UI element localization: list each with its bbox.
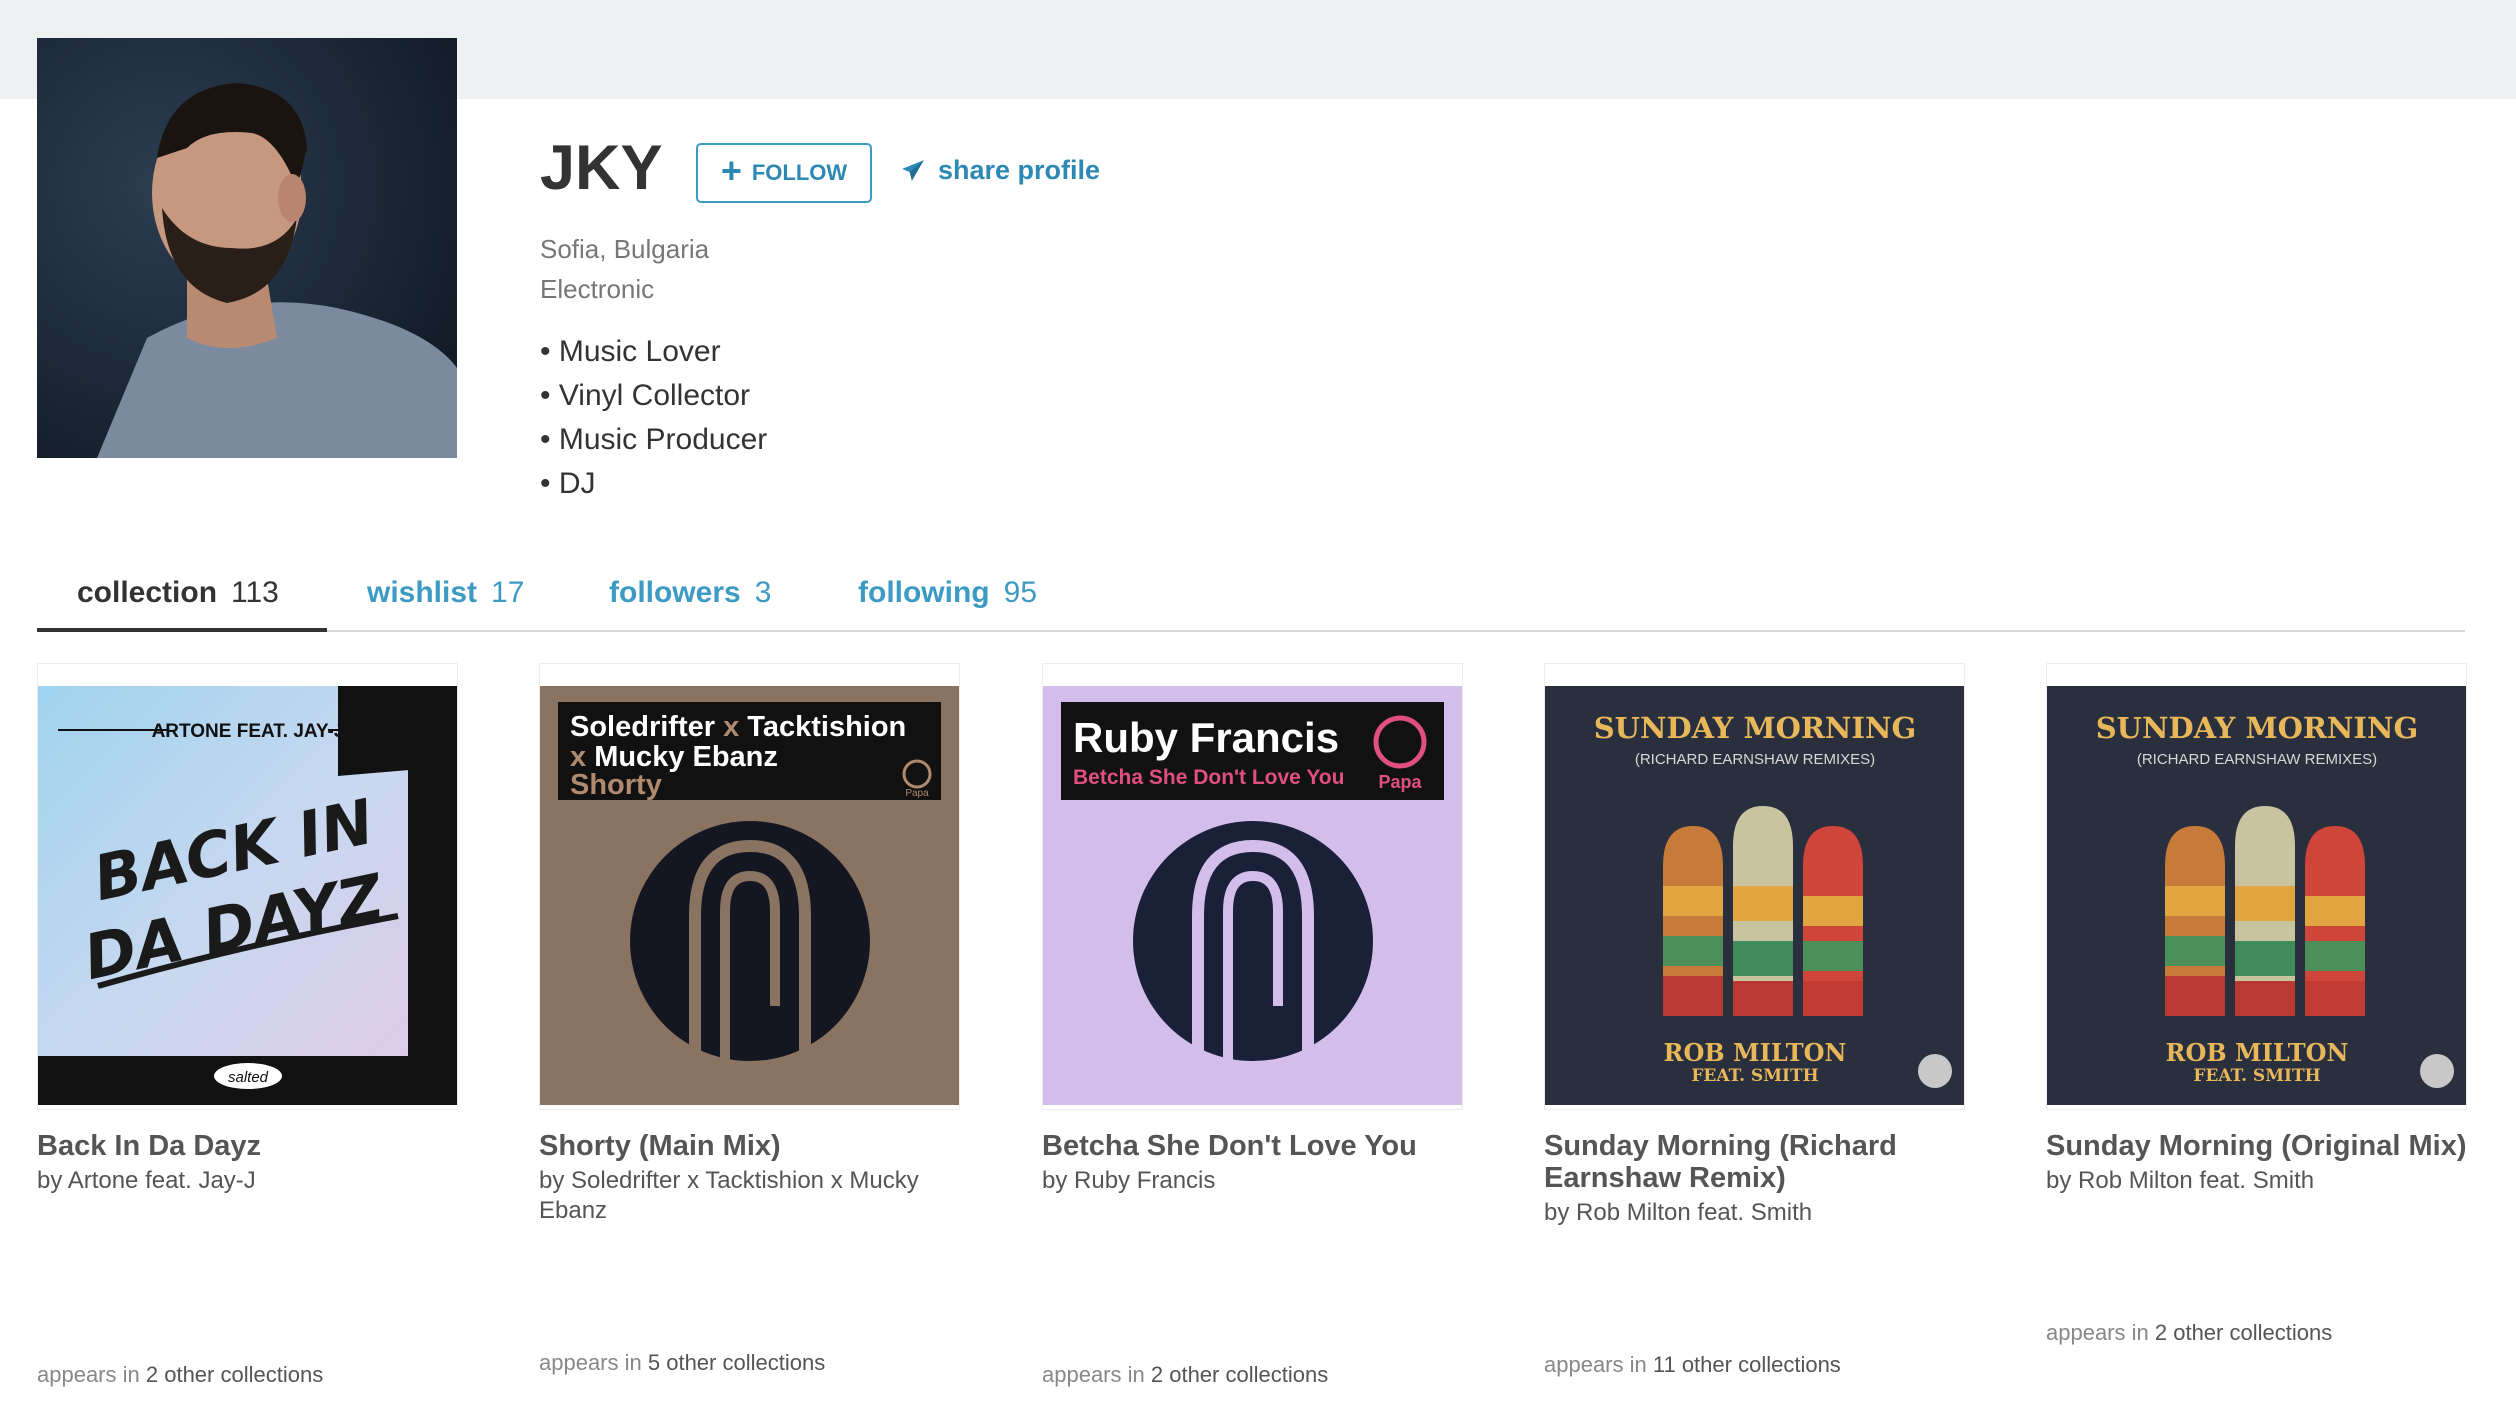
tab-collection[interactable]: collection 113: [77, 576, 279, 610]
tab-label: wishlist: [367, 576, 478, 609]
svg-text:Soledrifter x Tacktishion: Soledrifter x Tacktishion: [570, 711, 906, 743]
collection-item[interactable]: SUNDAY MORNING (RICHARD EARNSHAW REMIXES…: [2046, 663, 2467, 1196]
cover-text: FEAT. SMITH: [2193, 1066, 2320, 1086]
appears-count-link[interactable]: 11 other collections: [1653, 1352, 1841, 1377]
profile-location: Sofia, Bulgaria: [540, 234, 710, 264]
appears-in-text: appears in 11 other collections: [1544, 1352, 1841, 1378]
cover-text: FEAT. SMITH: [1691, 1066, 1818, 1086]
cover-text: Soledrifter: [570, 711, 715, 743]
tab-count: 95: [1003, 576, 1038, 609]
collection-item[interactable]: Ruby Francis Betcha She Don't Love You P…: [1042, 663, 1463, 1196]
appears-prefix: appears in: [37, 1362, 140, 1387]
album-cover[interactable]: Soledrifter x Tacktishion x Mucky Ebanz …: [540, 686, 959, 1105]
item-artist[interactable]: by Soledrifter x Tacktishion x Mucky Eba…: [539, 1166, 960, 1226]
follow-button[interactable]: + FOLLOW: [696, 143, 872, 203]
plus-icon: +: [720, 150, 742, 191]
tab-label: followers: [609, 576, 741, 609]
profile-genre: Electronic: [540, 274, 655, 304]
tab-label: collection: [77, 576, 218, 609]
cover-frame: ARTONE FEAT. JAY-J BACK IN DA DAYZ salte…: [37, 663, 458, 1110]
appears-count-link[interactable]: 2 other collections: [146, 1362, 323, 1387]
appears-in-text: appears in 2 other collections: [2046, 1320, 2332, 1346]
item-artist[interactable]: by Ruby Francis: [1042, 1166, 1463, 1196]
appears-in-text: appears in 2 other collections: [1042, 1362, 1328, 1388]
cover-text: Papa: [905, 788, 929, 799]
appears-prefix: appears in: [1042, 1362, 1145, 1387]
item-title[interactable]: Betcha She Don't Love You: [1042, 1130, 1463, 1162]
profile-avatar: [37, 38, 457, 458]
cover-text: (RICHARD EARNSHAW REMIXES): [1635, 751, 1875, 768]
appears-count-link[interactable]: 2 other collections: [2155, 1320, 2332, 1345]
tab-wishlist[interactable]: wishlist 17: [367, 576, 524, 610]
profile-name: JKY: [540, 133, 663, 203]
item-title[interactable]: Sunday Morning (Richard Earnshaw Remix): [1544, 1130, 1965, 1194]
item-artist[interactable]: by Artone feat. Jay-J: [37, 1166, 458, 1196]
cover-text: ARTONE FEAT. JAY-J: [152, 721, 345, 742]
bio-item: Vinyl Collector: [540, 374, 767, 418]
cover-text: Papa: [1378, 772, 1422, 792]
bio-item: DJ: [540, 462, 767, 506]
appears-count-link[interactable]: 5 other collections: [648, 1350, 825, 1375]
collection-item[interactable]: SUNDAY MORNING (RICHARD EARNSHAW REMIXES…: [1544, 663, 1965, 1228]
cover-frame: SUNDAY MORNING (RICHARD EARNSHAW REMIXES…: [1544, 663, 1965, 1110]
appears-prefix: appears in: [1544, 1352, 1647, 1377]
cover-frame: Ruby Francis Betcha She Don't Love You P…: [1042, 663, 1463, 1110]
cover-text: x: [715, 711, 747, 743]
tab-count: 17: [491, 576, 525, 609]
bio-item: Music Producer: [540, 418, 767, 462]
cover-text: Shorty: [570, 769, 662, 801]
album-cover[interactable]: SUNDAY MORNING (RICHARD EARNSHAW REMIXES…: [1545, 686, 1964, 1105]
cover-text: Betcha She Don't Love You: [1073, 766, 1344, 789]
tab-count: 113: [231, 576, 279, 609]
appears-count-link[interactable]: 2 other collections: [1151, 1362, 1328, 1387]
appears-in-text: appears in 5 other collections: [539, 1350, 825, 1376]
appears-in-text: appears in 2 other collections: [37, 1362, 323, 1388]
album-cover[interactable]: ARTONE FEAT. JAY-J BACK IN DA DAYZ salte…: [38, 686, 457, 1105]
cover-text: salted: [228, 1069, 269, 1086]
item-artist[interactable]: by Rob Milton feat. Smith: [1544, 1198, 1965, 1228]
tab-label: following: [858, 576, 990, 609]
active-tab-indicator: [37, 628, 327, 632]
bio-item: Music Lover: [540, 330, 767, 374]
cover-text: ROB MILTON: [2166, 1038, 2349, 1067]
tab-count: 3: [754, 576, 772, 609]
item-title[interactable]: Shorty (Main Mix): [539, 1130, 960, 1162]
paper-plane-icon: [902, 159, 924, 181]
item-artist[interactable]: by Rob Milton feat. Smith: [2046, 1166, 2467, 1196]
cover-text: Ruby Francis: [1073, 714, 1339, 761]
profile-bio-list: Music Lover Vinyl Collector Music Produc…: [540, 330, 767, 506]
appears-prefix: appears in: [539, 1350, 642, 1375]
tab-followers[interactable]: followers 3: [609, 576, 771, 610]
item-title[interactable]: Sunday Morning (Original Mix): [2046, 1130, 2467, 1162]
share-profile-label: share profile: [938, 155, 1101, 185]
cover-text: (RICHARD EARNSHAW REMIXES): [2137, 751, 2377, 768]
cover-text: ROB MILTON: [1664, 1038, 1847, 1067]
profile-tabs: collection 113 wishlist 17 followers 3 foll…: [37, 568, 2465, 632]
collection-item[interactable]: ARTONE FEAT. JAY-J BACK IN DA DAYZ salte…: [37, 663, 458, 1196]
cover-frame: SUNDAY MORNING (RICHARD EARNSHAW REMIXES…: [2046, 663, 2467, 1110]
share-profile-link[interactable]: share profile: [900, 155, 1100, 186]
cover-text: SUNDAY MORNING: [1594, 711, 1917, 745]
cover-text: Tacktishion: [747, 711, 906, 743]
appears-prefix: appears in: [2046, 1320, 2149, 1345]
tab-following[interactable]: following 95: [858, 576, 1037, 610]
cover-text: SUNDAY MORNING: [2096, 711, 2419, 745]
album-cover[interactable]: SUNDAY MORNING (RICHARD EARNSHAW REMIXES…: [2047, 686, 2466, 1105]
album-cover[interactable]: Ruby Francis Betcha She Don't Love You P…: [1043, 686, 1462, 1105]
item-title[interactable]: Back In Da Dayz: [37, 1130, 458, 1162]
follow-label: FOLLOW: [751, 160, 848, 185]
cover-frame: Soledrifter x Tacktishion x Mucky Ebanz …: [539, 663, 960, 1110]
collection-item[interactable]: Soledrifter x Tacktishion x Mucky Ebanz …: [539, 663, 960, 1226]
